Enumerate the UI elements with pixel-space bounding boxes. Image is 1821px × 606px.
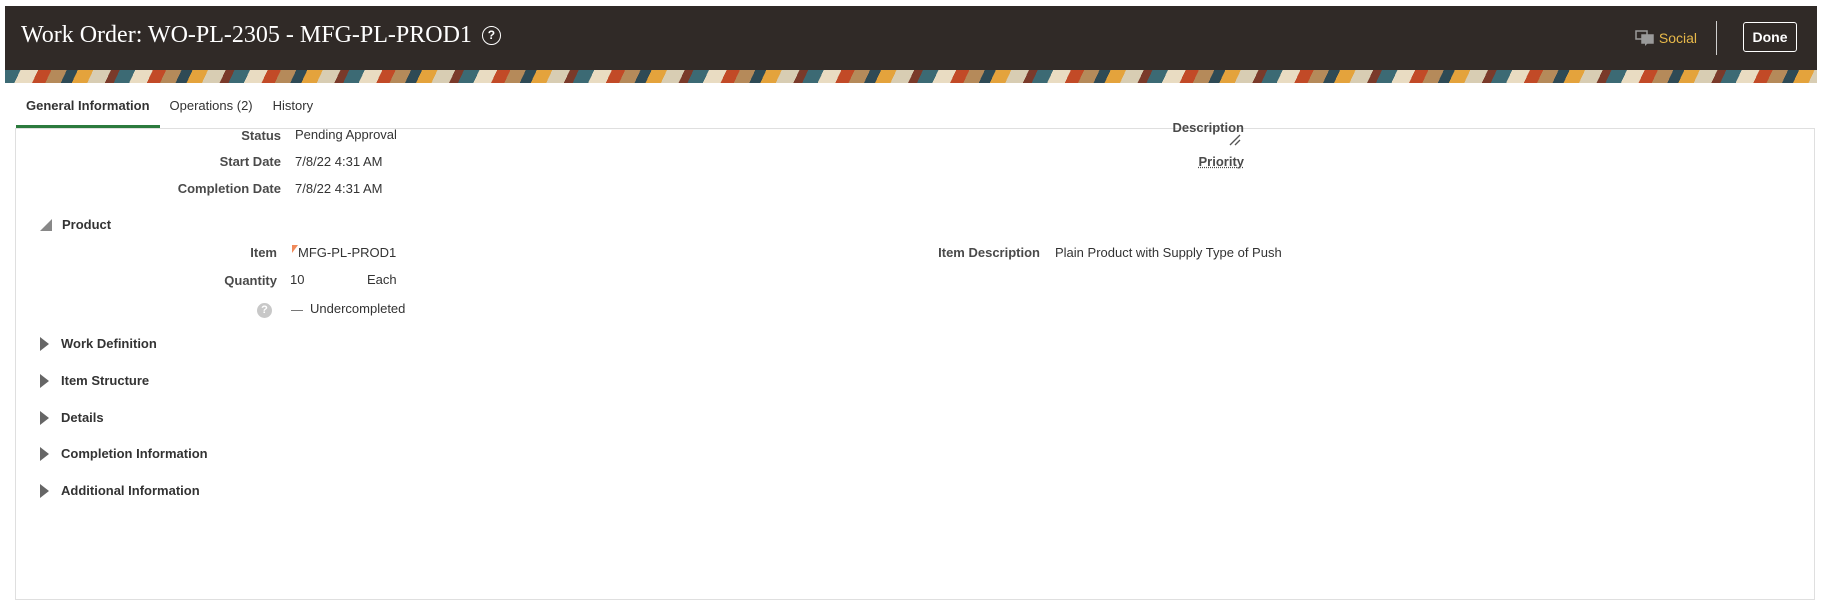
section-additional-information[interactable]: Additional Information: [40, 483, 200, 498]
start-date-value: 7/8/22 4:31 AM: [295, 154, 383, 169]
page-title-text: Work Order: WO-PL-2305 - MFG-PL-PROD1: [21, 22, 472, 48]
decorative-banner: [5, 70, 1817, 83]
start-date-label: Start Date: [219, 154, 281, 169]
item-description-value: Plain Product with Supply Type of Push: [1055, 245, 1282, 260]
section-label: Item Structure: [61, 373, 150, 388]
section-label: Work Definition: [61, 336, 157, 351]
tab-history[interactable]: History: [263, 92, 323, 128]
expand-triangle-icon: [40, 483, 49, 498]
social-icon: [1635, 30, 1654, 46]
social-label: Social: [1658, 30, 1697, 46]
uom-value: Each: [367, 272, 397, 287]
section-product-label: Product: [62, 217, 112, 232]
social-button[interactable]: Social: [1635, 30, 1697, 46]
quantity-value: 10: [290, 272, 305, 287]
completion-date-value: 7/8/22 4:31 AM: [295, 181, 383, 196]
tab-operations[interactable]: Operations (2): [160, 92, 263, 128]
undercompleted-value: Undercompleted: [310, 301, 406, 316]
status-label: Status: [241, 128, 281, 143]
tab-bar: General Information Operations (2) Histo…: [16, 92, 323, 128]
resize-edit-icon[interactable]: [1228, 133, 1242, 147]
tab-general-information[interactable]: General Information: [16, 92, 160, 128]
done-button[interactable]: Done: [1743, 22, 1797, 52]
help-icon[interactable]: ?: [481, 26, 501, 45]
completion-date-label: Completion Date: [177, 181, 281, 196]
section-completion-information[interactable]: Completion Information: [40, 446, 208, 461]
section-label: Details: [61, 410, 104, 425]
priority-label[interactable]: Priority: [1198, 154, 1244, 169]
section-label: Completion Information: [61, 446, 208, 461]
expand-triangle-icon: [40, 373, 49, 388]
quantity-label: Quantity: [224, 273, 277, 288]
header-divider: [1716, 21, 1717, 55]
collapse-triangle-icon: [40, 218, 52, 231]
dash-indicator: [291, 310, 303, 311]
item-label: Item: [250, 245, 277, 260]
question-help-icon[interactable]: ?: [257, 303, 272, 318]
section-label: Additional Information: [61, 483, 200, 498]
general-information-panel: Status Pending Approval Start Date 7/8/2…: [15, 120, 1815, 600]
item-description-label: Item Description: [938, 245, 1040, 260]
status-value: Pending Approval: [295, 127, 397, 142]
page-title: Work Order: WO-PL-2305 - MFG-PL-PROD1 ?: [21, 22, 501, 49]
expand-triangle-icon: [40, 410, 49, 425]
section-details[interactable]: Details: [40, 410, 104, 425]
section-product[interactable]: Product: [40, 217, 111, 232]
item-value[interactable]: MFG-PL-PROD1: [298, 245, 396, 260]
section-work-definition[interactable]: Work Definition: [40, 336, 157, 351]
section-item-structure[interactable]: Item Structure: [40, 373, 149, 388]
expand-triangle-icon: [40, 336, 49, 351]
expand-triangle-icon: [40, 446, 49, 461]
page-header: Work Order: WO-PL-2305 - MFG-PL-PROD1 ? …: [5, 6, 1817, 70]
